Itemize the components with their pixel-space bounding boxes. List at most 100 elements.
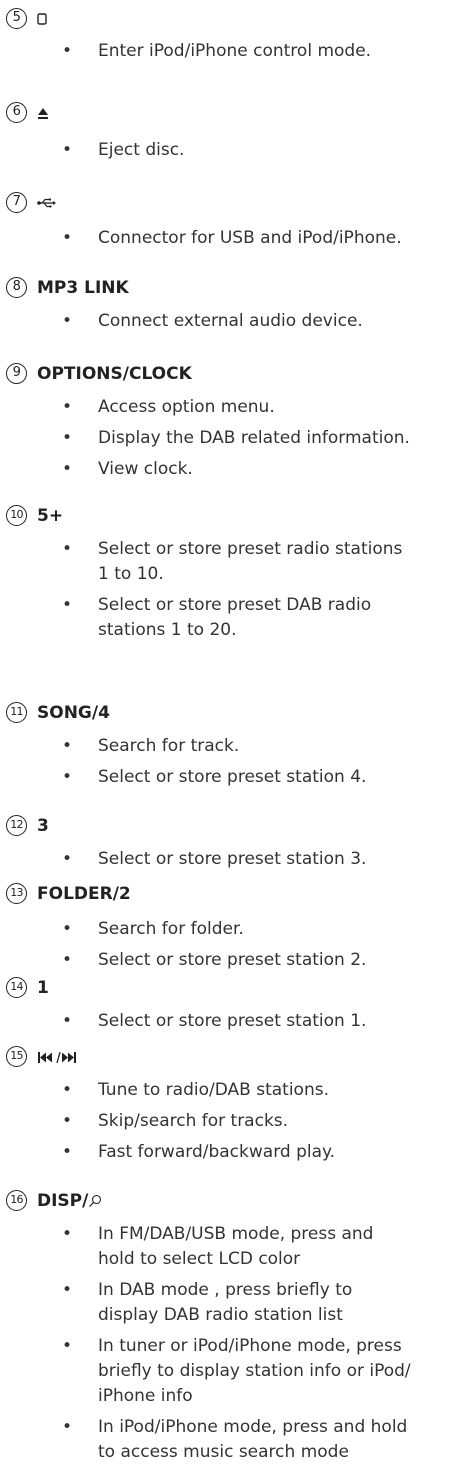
bullet-line: Enter iPod/iPhone control mode. (98, 41, 372, 61)
item-number-badge: 9 (6, 363, 27, 384)
bullet-line: Access option menu. (98, 397, 275, 417)
item-heading (37, 1046, 77, 1068)
bullet-text: Select or store preset station 4. (98, 765, 459, 790)
bullet-dot: • (62, 950, 73, 970)
bullet-line: Search for folder. (98, 919, 244, 939)
item-number-badge: 15 (6, 1046, 27, 1067)
bullet-line: Select or store preset station 1. (98, 1011, 367, 1031)
bullet-text: Enter iPod/iPhone control mode. (98, 39, 459, 64)
item-number-badge: 6 (6, 102, 27, 123)
usb-icon (37, 193, 57, 213)
bullet-line: In DAB mode , press briefly to (98, 1280, 353, 1300)
bullet-text: Connector for USB and iPod/iPhone. (98, 226, 459, 251)
bullet-line: Select or store preset station 4. (98, 767, 367, 787)
item-number-badge: 16 (6, 1190, 27, 1211)
bullet-line: display DAB radio station list (98, 1305, 343, 1325)
item-heading: 1 (37, 977, 49, 999)
bullet-dot: • (62, 1280, 73, 1300)
bullet-dot: • (62, 228, 73, 248)
bullet-dot: • (62, 1224, 73, 1244)
item-number-badge: 8 (6, 277, 27, 298)
bullet-text: Fast forward/backward play. (98, 1140, 459, 1165)
bullet-line: Eject disc. (98, 140, 185, 160)
item-heading: 5+ (37, 505, 63, 527)
item-heading (37, 8, 47, 30)
bullet-line: Connector for USB and iPod/iPhone. (98, 228, 402, 248)
bullet-text: Display the DAB related information. (98, 426, 459, 451)
bullet-line: View clock. (98, 459, 193, 479)
item-number-badge: 7 (6, 192, 27, 213)
bullet-line: In tuner or iPod/iPhone mode, press (98, 1336, 402, 1356)
bullet-line: Select or store preset DAB radio (98, 595, 372, 615)
bullet-text: In tuner or iPod/iPhone mode, press brief… (98, 1334, 459, 1409)
bullet-text: Select or store preset DAB radio stations… (98, 593, 459, 643)
bullet-text: Select or store preset station 1. (98, 1009, 459, 1034)
bullet-text: Access option menu. (98, 395, 459, 420)
item-heading-text: 5+ (37, 506, 64, 526)
item-heading-text: 1 (37, 978, 49, 998)
bullet-dot: • (62, 140, 73, 160)
item-heading-text: MP3 LINK (37, 278, 129, 298)
bullet-dot: • (62, 919, 73, 939)
bullet-dot: • (62, 1336, 73, 1356)
bullet-text: Search for track. (98, 734, 459, 759)
item-heading-text: FOLDER/2 (37, 884, 131, 904)
bullet-text: Search for folder. (98, 917, 459, 942)
bullet-dot: • (62, 1111, 73, 1131)
search-icon (88, 1191, 102, 1211)
bullet-text: Select or store preset station 2. (98, 948, 459, 973)
item-heading-text: 3 (37, 816, 49, 836)
bullet-dot: • (62, 736, 73, 756)
bullet-line: Select or store preset station 2. (98, 950, 367, 970)
prev-next-icon (37, 1047, 77, 1067)
bullet-line: Fast forward/backward play. (98, 1142, 336, 1162)
bullet-line: hold to select LCD color (98, 1249, 301, 1269)
bullet-dot: • (62, 1080, 73, 1100)
bullet-line: Select or store preset station 3. (98, 849, 367, 869)
bullet-dot: • (62, 459, 73, 479)
item-heading (37, 192, 57, 214)
bullet-line: 1 to 10. (98, 564, 164, 584)
bullet-dot: • (62, 397, 73, 417)
bullet-line: Tune to radio/DAB stations. (98, 1080, 329, 1100)
item-heading: SONG/4 (37, 702, 110, 724)
bullet-line: briefly to display station info or iPod/ (98, 1361, 411, 1381)
bullet-line: In iPod/iPhone mode, press and hold (98, 1417, 408, 1437)
bullet-line: In FM/DAB/USB mode, press and (98, 1224, 374, 1244)
item-heading (37, 102, 49, 124)
bullet-line: to access music search mode (98, 1442, 349, 1462)
item-number-badge: 13 (6, 883, 27, 904)
bullet-dot: • (62, 849, 73, 869)
ipod-icon (37, 9, 47, 29)
bullet-text: Skip/search for tracks. (98, 1109, 459, 1134)
item-heading: DISP/ (37, 1190, 102, 1212)
bullet-line: Display the DAB related information. (98, 428, 410, 448)
bullet-dot: • (62, 1142, 73, 1162)
item-number-badge: 10 (6, 505, 27, 526)
bullet-line: Skip/search for tracks. (98, 1111, 289, 1131)
bullet-dot: • (62, 539, 73, 559)
bullet-line: stations 1 to 20. (98, 620, 237, 640)
item-heading: MP3 LINK (37, 277, 129, 299)
bullet-text: In FM/DAB/USB mode, press and hold to sel… (98, 1222, 459, 1272)
item-heading-text: OPTIONS/CLOCK (37, 364, 192, 384)
bullet-line: iPhone info (98, 1386, 193, 1406)
bullet-dot: • (62, 767, 73, 787)
bullet-dot: • (62, 41, 73, 61)
bullet-line: Select or store preset radio stations (98, 539, 403, 559)
bullet-dot: • (62, 1417, 73, 1437)
item-heading: OPTIONS/CLOCK (37, 363, 192, 385)
item-number-badge: 5 (6, 8, 27, 29)
item-heading: FOLDER/2 (37, 883, 131, 905)
bullet-line: Search for track. (98, 736, 240, 756)
item-number-badge: 11 (6, 702, 27, 723)
manual-page: 5 • Enter iPod/iPhone control mode. 6 • Eject… (0, 0, 459, 1462)
item-heading-text: DISP/ (37, 1191, 89, 1211)
item-heading-text: SONG/4 (37, 703, 110, 723)
bullet-text: Select or store preset station 3. (98, 847, 459, 872)
item-heading: 3 (37, 815, 49, 837)
bullet-text: Tune to radio/DAB stations. (98, 1078, 459, 1103)
bullet-dot: • (62, 311, 73, 331)
bullet-text: Eject disc. (98, 138, 459, 163)
bullet-dot: • (62, 428, 73, 448)
